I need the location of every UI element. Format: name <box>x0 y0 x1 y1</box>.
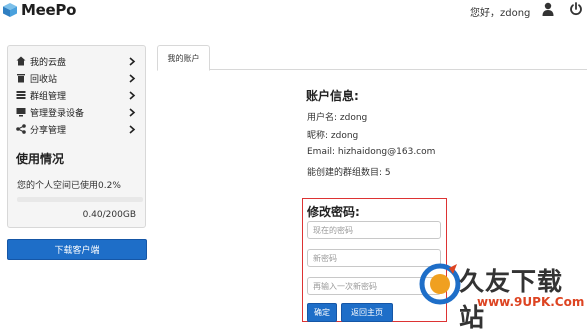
chevron-right-icon <box>129 56 136 66</box>
power-icon[interactable] <box>569 2 583 16</box>
tab-bar: 我的账户 <box>157 45 587 71</box>
watermark-url: www.9UPK.Com <box>477 295 585 309</box>
back-home-button[interactable]: 返回主页 <box>341 303 393 322</box>
sidebar: 我的云盘 回收站 群组管理 管理登录设备 分享管理 使用情况 您的个人空间已使用… <box>7 45 146 228</box>
sidebar-item-label: 分享管理 <box>30 125 67 136</box>
tab-my-account[interactable]: 我的账户 <box>157 45 210 71</box>
chevron-right-icon <box>129 124 136 134</box>
sidebar-item-label: 我的云盘 <box>30 57 67 68</box>
share-icon <box>16 124 26 134</box>
sidebar-item-label: 管理登录设备 <box>30 108 85 119</box>
current-password-input[interactable]: 现在的密码 <box>307 221 441 239</box>
account-info-title: 账户信息: <box>306 89 359 103</box>
group-icon <box>16 91 26 99</box>
sidebar-item-label: 回收站 <box>30 74 58 85</box>
top-bar: MeePo 您好，zdong <box>0 0 587 20</box>
chevron-right-icon <box>129 73 136 83</box>
nickname-text: 昵称: zdong <box>307 131 359 141</box>
trash-icon <box>17 74 25 83</box>
user-greeting: 您好，zdong <box>470 8 531 19</box>
usage-progress-bar <box>17 197 143 202</box>
chevron-right-icon <box>129 107 136 117</box>
username-text: 用户名: zdong <box>307 113 368 123</box>
app-name: MeePo <box>21 1 77 19</box>
sidebar-item-share[interactable]: 分享管理 <box>8 121 145 137</box>
sidebar-item-my-drive[interactable]: 我的云盘 <box>8 53 145 69</box>
cube-logo-icon <box>3 3 17 17</box>
group-count-text: 能创建的群组数目: 5 <box>307 168 391 178</box>
confirm-button[interactable]: 确定 <box>307 303 337 322</box>
usage-text: 您的个人空间已使用0.2% <box>17 181 121 191</box>
device-icon <box>16 108 26 117</box>
download-client-button[interactable]: 下载客户端 <box>7 239 147 260</box>
home-icon <box>16 56 26 66</box>
logo[interactable]: MeePo <box>2 1 76 19</box>
usage-size: 0.40/200GB <box>82 210 136 220</box>
change-password-title: 修改密码: <box>307 205 360 219</box>
watermark-logo-icon <box>419 263 461 305</box>
email-text: Email: hizhaidong@163.com <box>307 147 436 157</box>
sidebar-item-devices[interactable]: 管理登录设备 <box>8 104 145 120</box>
sidebar-item-label: 群组管理 <box>30 91 67 102</box>
user-icon[interactable] <box>542 2 554 16</box>
sidebar-item-recycle-bin[interactable]: 回收站 <box>8 70 145 86</box>
watermark: 久友下载站 www.9UPK.Com <box>415 258 587 332</box>
usage-title: 使用情况 <box>16 152 65 166</box>
sidebar-item-groups[interactable]: 群组管理 <box>8 87 145 103</box>
chevron-right-icon <box>129 90 136 100</box>
